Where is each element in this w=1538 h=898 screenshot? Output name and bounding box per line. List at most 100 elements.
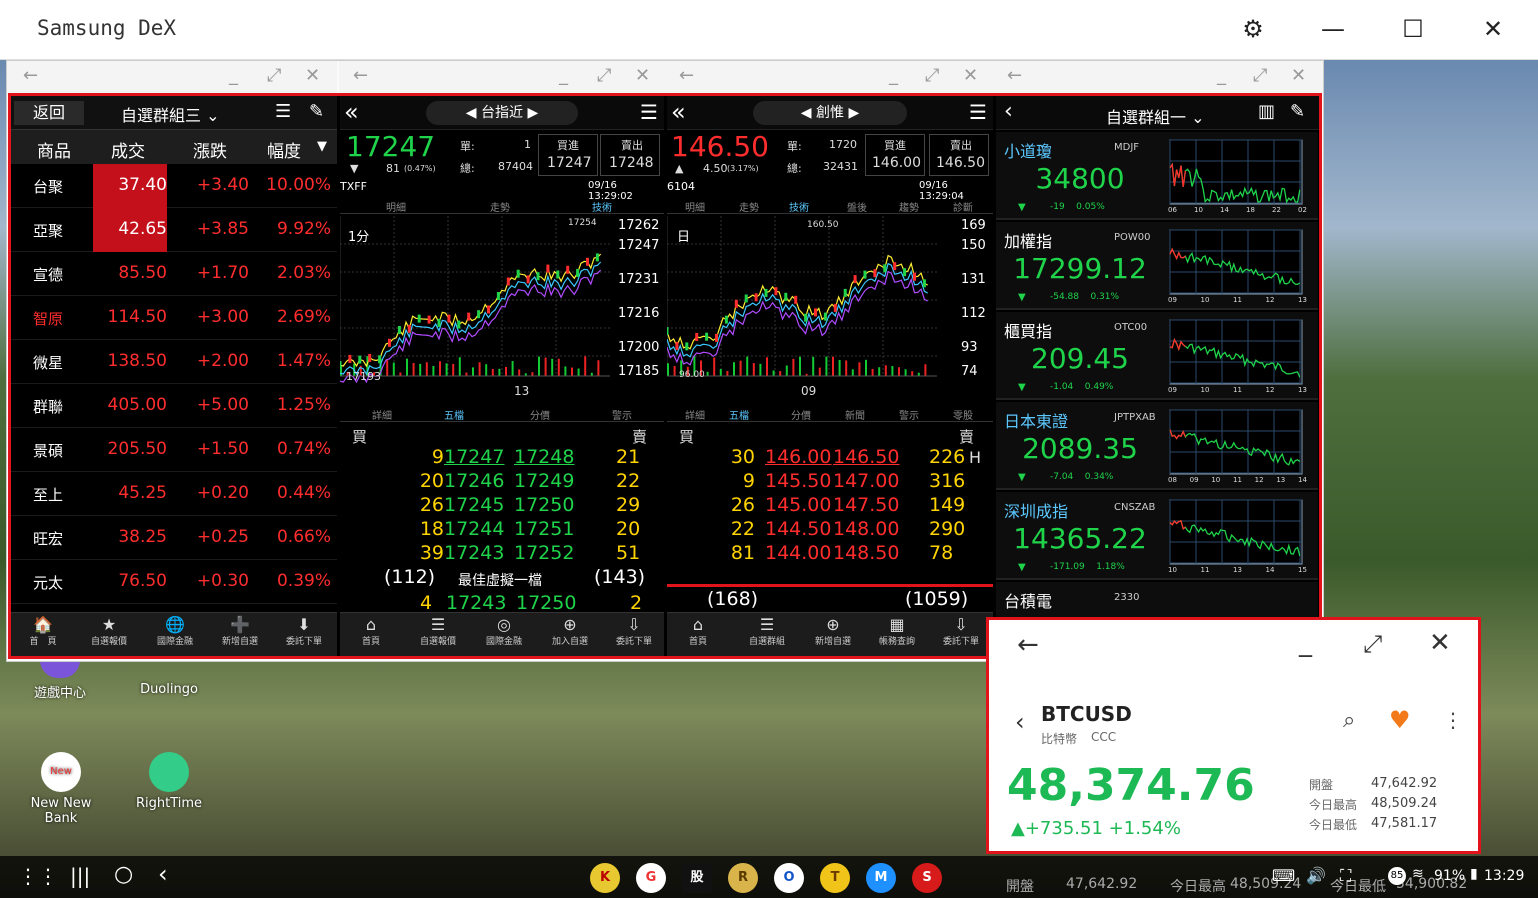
minimize-icon[interactable]: _ — [1217, 65, 1226, 86]
tab-price-dist[interactable]: 分價 — [791, 407, 811, 422]
nav-intl[interactable]: ◎ 國際金融 — [474, 615, 534, 647]
sell-box[interactable]: 賣出 146.50 — [929, 134, 989, 176]
nav-add[interactable]: ➕ 新增自選 — [209, 615, 271, 647]
book-row[interactable]: 9 145.50 147.00 316 — [667, 470, 991, 494]
close-icon[interactable]: ✕ — [1291, 65, 1306, 86]
nav-order[interactable]: ⬇ 委託下單 — [273, 615, 335, 647]
app-s-icon[interactable]: S — [912, 863, 942, 893]
daily-chart[interactable] — [667, 216, 993, 396]
minimize-icon[interactable]: _ — [559, 65, 568, 86]
expand-icon[interactable]: ⤢ — [925, 65, 939, 86]
desktop-icon-righttime[interactable]: RightTime — [124, 752, 214, 811]
nav-add[interactable]: ⊕ 加入自選 — [540, 615, 600, 647]
col-price[interactable]: 成交 — [111, 137, 145, 162]
minimize-icon[interactable]: _ — [229, 65, 238, 86]
book-row[interactable]: 22 144.50 148.00 290 — [667, 518, 991, 542]
minimize-icon[interactable]: _ — [1299, 628, 1312, 658]
home-icon[interactable]: ○ — [114, 862, 133, 887]
minimize-icon[interactable]: _ — [889, 65, 898, 86]
back-arrow-icon[interactable]: ← — [353, 65, 368, 86]
volume-icon[interactable]: 🔊 — [1306, 866, 1326, 885]
watchlist-row[interactable]: 至上 45.25 +0.20 0.44% — [11, 472, 337, 516]
messages-icon[interactable]: M — [866, 863, 896, 893]
app-o-icon[interactable]: O — [774, 863, 804, 893]
list-icon[interactable]: ☰ — [275, 101, 291, 122]
watchlist-row[interactable]: 景碩 205.50 +1.50 0.74% — [11, 428, 337, 472]
nav-order[interactable]: ⇩ 委託下單 — [931, 615, 991, 647]
col-change[interactable]: 漲跌 — [193, 137, 227, 162]
index-tile[interactable]: 小道瓊 MDJF 34800 ▼ -19 0.05% 06 10 14 18 22 02 — [996, 132, 1318, 220]
back-arrow-icon[interactable]: ← — [1017, 630, 1039, 660]
expand-icon[interactable]: ⤢ — [1363, 630, 1382, 658]
group-selector[interactable]: 自選群組一 ⌄ — [1106, 104, 1205, 128]
book-row[interactable]: 39 17243 17252 51 — [340, 542, 664, 566]
watchlist-row[interactable]: 宣德 85.50 +1.70 2.03% — [11, 252, 337, 296]
menu-icon[interactable]: ☰ — [640, 100, 658, 124]
book-row[interactable]: 20 17246 17249 22 — [340, 470, 664, 494]
col-pct[interactable]: 幅度 — [267, 137, 301, 162]
desktop-icon-duolingo[interactable]: Duolingo — [124, 660, 214, 697]
tab-price-dist[interactable]: 分價 — [530, 407, 550, 422]
back-icon[interactable]: ‹ — [158, 860, 168, 888]
book-row[interactable]: 30 146.00 146.50 226 — [667, 446, 991, 470]
nav-add[interactable]: ⊕ 新增自選 — [803, 615, 863, 647]
tab-trend[interactable]: 走勢 — [739, 199, 759, 214]
index-tile[interactable]: 加權指 POW00 17299.12 ▼ -54.88 0.31% 09 10 11 12 13 — [996, 222, 1318, 310]
tab-detail[interactable]: 明細 — [386, 199, 406, 214]
close-button[interactable]: ✕ — [1478, 14, 1508, 44]
tab-detail2[interactable]: 詳細 — [372, 407, 392, 422]
buy-box[interactable]: 買進 146.00 — [865, 134, 925, 176]
watchlist-row[interactable]: 微星 138.50 +2.00 1.47% — [11, 340, 337, 384]
search-icon[interactable]: ⌕ — [1343, 708, 1355, 733]
group-selector[interactable]: 自選群組三 ⌄ — [121, 102, 220, 126]
sort-down-icon[interactable]: ▼ — [317, 139, 327, 154]
tab-tech[interactable]: 技術 — [592, 199, 612, 214]
app-drawer-icon[interactable]: ⋮⋮ — [18, 864, 58, 888]
nav-intl[interactable]: 🌐 國際金融 — [145, 615, 205, 647]
notification-badge[interactable]: 85 — [1388, 867, 1406, 885]
book-row[interactable]: 26 17245 17250 29 — [340, 494, 664, 518]
double-chevron-left-icon[interactable]: « — [671, 98, 686, 126]
tab-trend[interactable]: 走勢 — [490, 199, 510, 214]
heart-icon[interactable]: ♥ — [1389, 706, 1411, 734]
edit-icon[interactable]: ✎ — [1290, 101, 1305, 122]
more-icon[interactable]: ⋮ — [1443, 708, 1463, 732]
tab-odd-lot[interactable]: 零股 — [953, 407, 973, 422]
tab-diag[interactable]: 診斷 — [953, 199, 973, 214]
expand-icon[interactable]: ⤢ — [597, 65, 611, 86]
close-icon[interactable]: ✕ — [635, 65, 650, 86]
watchlist-row[interactable]: 元太 76.50 +0.30 0.39% — [11, 560, 337, 604]
double-chevron-left-icon[interactable]: « — [344, 98, 359, 126]
tab-alert[interactable]: 警示 — [899, 407, 919, 422]
screenshot-icon[interactable]: ⛶ — [1340, 866, 1351, 886]
recents-icon[interactable]: ||| — [70, 864, 90, 888]
tab-trend2[interactable]: 趨勢 — [899, 199, 919, 214]
symbol-selector[interactable]: ◀ 台指近 ▶ — [426, 101, 578, 125]
keyboard-icon[interactable]: ⌨ — [1272, 866, 1295, 885]
col-name[interactable]: 商品 — [37, 137, 71, 162]
nav-home[interactable]: 🏠 首 頁 — [13, 615, 73, 647]
chrome-icon[interactable]: G — [636, 863, 666, 893]
nav-account[interactable]: ▦ 帳務查詢 — [867, 615, 927, 647]
index-tile[interactable]: 櫃買指 OTC00 209.45 ▼ -1.04 0.49% 09 10 11 12 13 — [996, 312, 1318, 400]
tab-after[interactable]: 盤後 — [847, 199, 867, 214]
tab-alert[interactable]: 警示 — [612, 407, 632, 422]
watchlist-row[interactable]: 群聯 405.00 +5.00 1.25% — [11, 384, 337, 428]
index-tile[interactable]: 深圳成指 CNSZAB 14365.22 ▼ -171.09 1.18% 10 11 13 14… — [996, 492, 1318, 580]
app-r-icon[interactable]: R — [728, 863, 758, 893]
app-t-icon[interactable]: T — [820, 863, 850, 893]
book-row[interactable]: 9 17247 17248 21 — [340, 446, 664, 470]
tab-five-level[interactable]: 五檔 — [444, 407, 464, 422]
back-button[interactable]: 返回 — [14, 101, 84, 125]
tab-tech[interactable]: 技術 — [789, 199, 809, 214]
desktop-icon-new-new-bank[interactable]: New New New Bank — [16, 752, 106, 826]
back-arrow-icon[interactable]: ← — [23, 65, 38, 86]
tab-five-level[interactable]: 五檔 — [729, 407, 749, 422]
symbol-selector[interactable]: ◀ 創惟 ▶ — [753, 101, 907, 125]
app-k-icon[interactable]: K — [590, 863, 620, 893]
back-arrow-icon[interactable]: ← — [679, 65, 694, 86]
nav-home[interactable]: ⌂ 首頁 — [673, 615, 723, 647]
nav-watchlist[interactable]: ☰ 自選群組 — [737, 615, 797, 647]
layout-icon[interactable]: ▥ — [1258, 101, 1275, 122]
book-row[interactable]: 26 145.00 147.50 149 — [667, 494, 991, 518]
